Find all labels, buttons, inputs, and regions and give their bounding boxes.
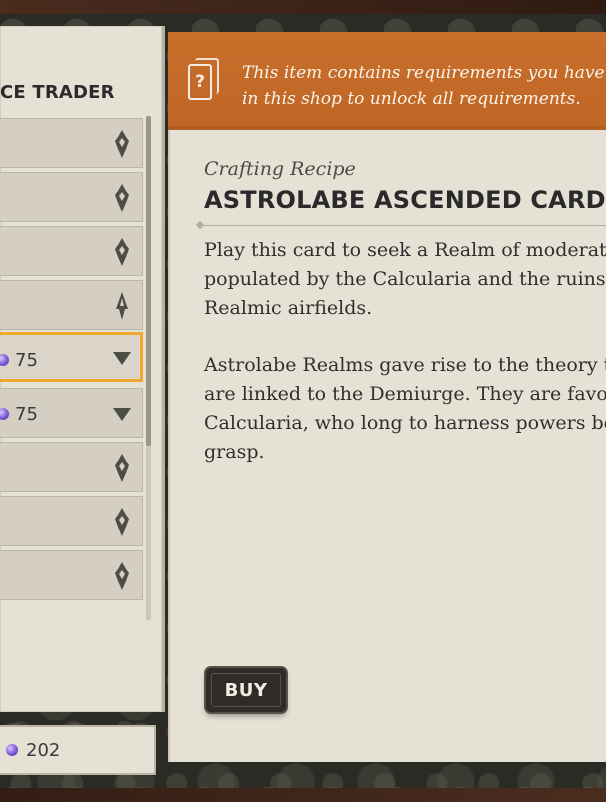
feather-icon xyxy=(112,291,132,321)
requirements-notice-text: This item contains requirements you have… xyxy=(242,63,605,109)
item-description: Play this card to seek a Realm of modera… xyxy=(204,236,606,495)
description-paragraph: Play this card to seek a Realm of modera… xyxy=(204,239,606,319)
shop-item-row[interactable] xyxy=(0,118,143,168)
shop-item-list: 75 75 xyxy=(0,116,162,620)
item-price-value: 75 xyxy=(15,349,38,371)
shield-icon xyxy=(112,561,132,591)
card-question-icon: ? xyxy=(188,58,219,100)
shield-icon xyxy=(112,507,132,537)
shop-item-row[interactable] xyxy=(0,280,143,330)
item-price-value: 75 xyxy=(15,403,38,425)
chevron-down-icon xyxy=(112,343,132,373)
title-divider xyxy=(195,220,606,230)
shop-item-row[interactable] xyxy=(0,226,143,276)
list-scrollbar-thumb[interactable] xyxy=(146,116,151,446)
gem-icon xyxy=(6,744,18,756)
shop-item-row[interactable]: 75 xyxy=(0,388,143,438)
buy-button[interactable]: BUY xyxy=(206,668,286,712)
shop-item-row[interactable] xyxy=(0,550,143,600)
shield-icon xyxy=(112,237,132,267)
item-category: Crafting Recipe xyxy=(204,158,356,180)
shop-item-row[interactable] xyxy=(0,172,143,222)
description-paragraph: Astrolabe Realms gave rise to the theory… xyxy=(204,354,606,463)
chevron-down-icon xyxy=(112,399,132,429)
shop-title: CE TRADER xyxy=(0,82,115,103)
list-scrollbar[interactable] xyxy=(146,116,151,620)
requirements-notice-banner: ? This item contains requirements you ha… xyxy=(168,32,606,130)
gem-icon xyxy=(0,354,9,366)
shop-item-row[interactable] xyxy=(0,442,143,492)
shield-icon xyxy=(112,129,132,159)
currency-balance-value: 202 xyxy=(26,739,61,761)
item-title: ASTROLABE ASCENDED CARD xyxy=(204,186,606,214)
shop-item-row[interactable] xyxy=(0,496,143,546)
gem-icon xyxy=(0,408,9,420)
currency-balance: 202 xyxy=(0,725,156,775)
item-price: 75 xyxy=(0,348,38,372)
item-price: 75 xyxy=(0,402,38,426)
shield-icon xyxy=(112,453,132,483)
shield-icon xyxy=(112,183,132,213)
shop-item-row-selected[interactable]: 75 xyxy=(0,332,143,382)
